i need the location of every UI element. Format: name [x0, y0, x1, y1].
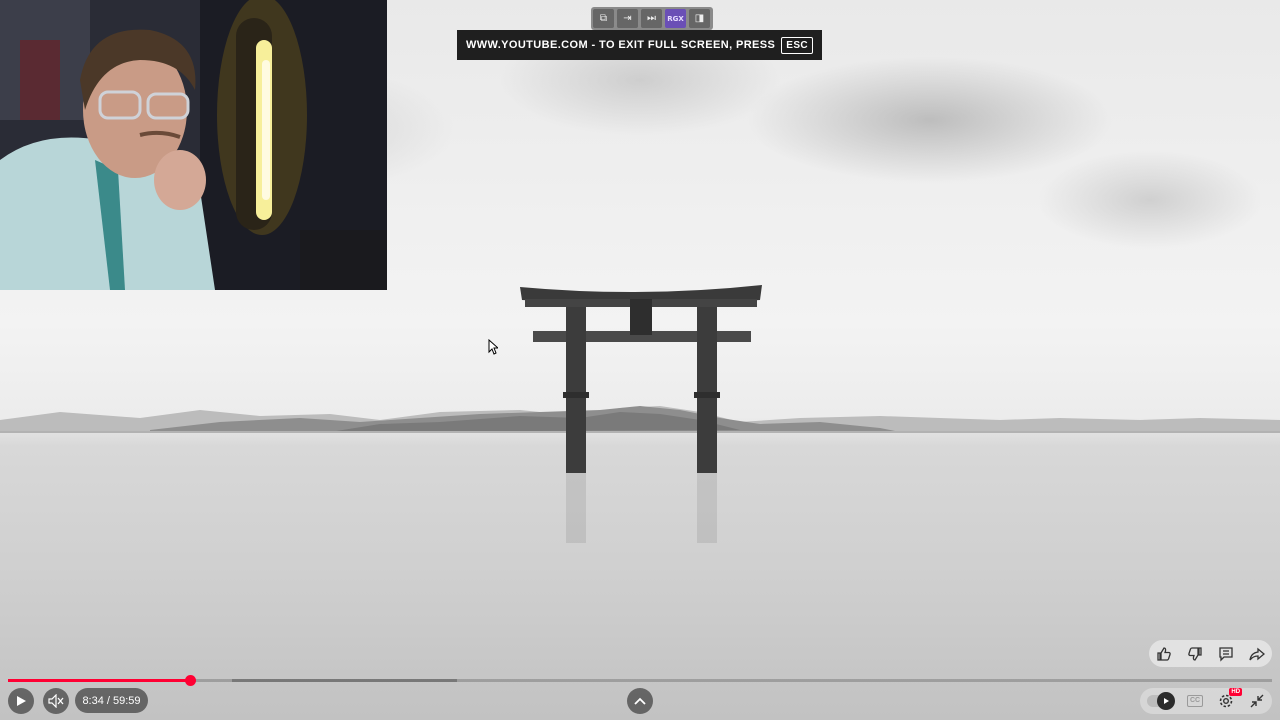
right-controls: CC HD: [1140, 688, 1272, 714]
share-icon[interactable]: [1245, 642, 1269, 666]
fullscreen-notice: WWW.YOUTUBE.COM - TO EXIT FULL SCREEN, P…: [457, 30, 822, 60]
progress-played: [8, 679, 190, 682]
extension-toolbar: ⧉ ⇥ ⏭ RGX ◨: [591, 7, 713, 30]
webcam-feed: [0, 0, 387, 290]
fullscreen-notice-text: WWW.YOUTUBE.COM - TO EXIT FULL SCREEN, P…: [465, 39, 776, 51]
exit-icon[interactable]: ⇥: [617, 9, 638, 28]
popout-icon[interactable]: ⧉: [593, 9, 614, 28]
mouse-cursor-icon: [488, 339, 498, 355]
autoplay-toggle[interactable]: [1146, 692, 1175, 710]
dislike-icon[interactable]: [1183, 642, 1207, 666]
mute-button[interactable]: [43, 688, 69, 714]
panel-icon[interactable]: ◨: [689, 9, 710, 28]
chevron-up-icon: [634, 697, 646, 705]
expand-panel-button[interactable]: [627, 688, 653, 714]
rgx-button[interactable]: RGX: [665, 9, 686, 28]
time-display: 8:34 / 59:59: [75, 688, 148, 713]
webcam-overlay: [0, 0, 387, 290]
play-icon: [17, 696, 26, 706]
autoplay-play-icon: [1156, 692, 1175, 710]
progress-buffered: [231, 679, 457, 682]
muted-volume-icon: [48, 694, 64, 708]
skip-icon[interactable]: ⏭: [641, 9, 662, 28]
exit-fullscreen-button[interactable]: [1249, 693, 1265, 709]
video-actions: [1149, 640, 1272, 667]
progress-scrubber[interactable]: [184, 675, 196, 686]
hd-badge: HD: [1229, 688, 1243, 696]
subtitles-button[interactable]: CC: [1186, 695, 1204, 707]
progress-bar[interactable]: [8, 675, 1272, 686]
settings-button[interactable]: HD: [1217, 688, 1243, 710]
exit-fullscreen-icon: [1250, 694, 1264, 708]
esc-key-badge: ESC: [781, 36, 814, 54]
like-icon[interactable]: [1152, 642, 1176, 666]
comments-icon[interactable]: [1214, 642, 1238, 666]
play-button[interactable]: [8, 688, 34, 714]
